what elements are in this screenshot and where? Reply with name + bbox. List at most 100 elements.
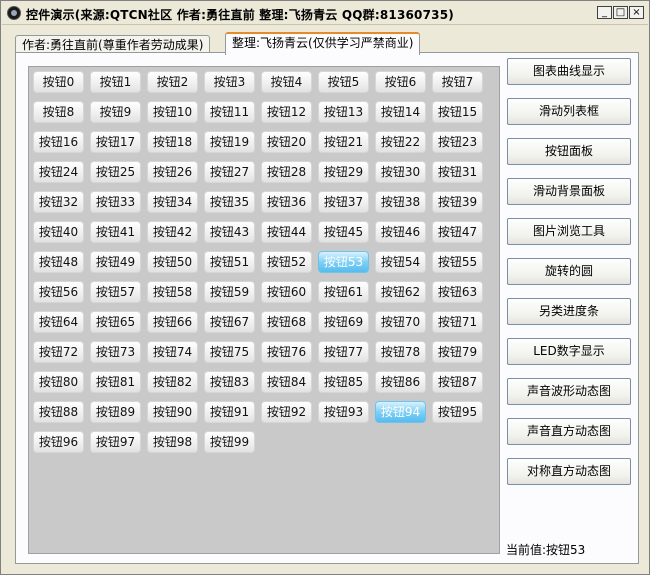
grid-button-71[interactable]: 按钮71 [432, 311, 483, 333]
side-button-7[interactable]: LED数字显示 [507, 338, 631, 365]
grid-button-50[interactable]: 按钮50 [147, 251, 198, 273]
grid-button-8[interactable]: 按钮8 [33, 101, 84, 123]
side-button-3[interactable]: 滑动背景面板 [507, 178, 631, 205]
grid-button-67[interactable]: 按钮67 [204, 311, 255, 333]
grid-button-20[interactable]: 按钮20 [261, 131, 312, 153]
grid-button-35[interactable]: 按钮35 [204, 191, 255, 213]
grid-button-7[interactable]: 按钮7 [432, 71, 483, 93]
grid-button-78[interactable]: 按钮78 [375, 341, 426, 363]
grid-button-56[interactable]: 按钮56 [33, 281, 84, 303]
side-button-8[interactable]: 声音波形动态图 [507, 378, 631, 405]
side-button-1[interactable]: 滑动列表框 [507, 98, 631, 125]
grid-button-89[interactable]: 按钮89 [90, 401, 141, 423]
side-button-5[interactable]: 旋转的圆 [507, 258, 631, 285]
grid-button-98[interactable]: 按钮98 [147, 431, 198, 453]
grid-button-80[interactable]: 按钮80 [33, 371, 84, 393]
grid-button-64[interactable]: 按钮64 [33, 311, 84, 333]
grid-button-66[interactable]: 按钮66 [147, 311, 198, 333]
grid-button-96[interactable]: 按钮96 [33, 431, 84, 453]
grid-button-39[interactable]: 按钮39 [432, 191, 483, 213]
grid-button-93[interactable]: 按钮93 [318, 401, 369, 423]
grid-button-58[interactable]: 按钮58 [147, 281, 198, 303]
grid-button-86[interactable]: 按钮86 [375, 371, 426, 393]
grid-button-22[interactable]: 按钮22 [375, 131, 426, 153]
grid-button-49[interactable]: 按钮49 [90, 251, 141, 273]
grid-button-53[interactable]: 按钮53 [318, 251, 369, 273]
grid-button-57[interactable]: 按钮57 [90, 281, 141, 303]
grid-button-69[interactable]: 按钮69 [318, 311, 369, 333]
grid-button-42[interactable]: 按钮42 [147, 221, 198, 243]
grid-button-63[interactable]: 按钮63 [432, 281, 483, 303]
grid-button-13[interactable]: 按钮13 [318, 101, 369, 123]
grid-button-47[interactable]: 按钮47 [432, 221, 483, 243]
grid-button-14[interactable]: 按钮14 [375, 101, 426, 123]
grid-button-32[interactable]: 按钮32 [33, 191, 84, 213]
grid-button-59[interactable]: 按钮59 [204, 281, 255, 303]
grid-button-15[interactable]: 按钮15 [432, 101, 483, 123]
grid-button-38[interactable]: 按钮38 [375, 191, 426, 213]
grid-button-24[interactable]: 按钮24 [33, 161, 84, 183]
grid-button-40[interactable]: 按钮40 [33, 221, 84, 243]
grid-button-72[interactable]: 按钮72 [33, 341, 84, 363]
grid-button-76[interactable]: 按钮76 [261, 341, 312, 363]
grid-button-36[interactable]: 按钮36 [261, 191, 312, 213]
grid-button-3[interactable]: 按钮3 [204, 71, 255, 93]
grid-button-52[interactable]: 按钮52 [261, 251, 312, 273]
grid-button-99[interactable]: 按钮99 [204, 431, 255, 453]
grid-button-41[interactable]: 按钮41 [90, 221, 141, 243]
grid-button-82[interactable]: 按钮82 [147, 371, 198, 393]
grid-button-91[interactable]: 按钮91 [204, 401, 255, 423]
grid-button-11[interactable]: 按钮11 [204, 101, 255, 123]
grid-button-95[interactable]: 按钮95 [432, 401, 483, 423]
maximize-button[interactable]: □ [613, 6, 628, 19]
grid-button-61[interactable]: 按钮61 [318, 281, 369, 303]
grid-button-28[interactable]: 按钮28 [261, 161, 312, 183]
grid-button-85[interactable]: 按钮85 [318, 371, 369, 393]
grid-button-62[interactable]: 按钮62 [375, 281, 426, 303]
grid-button-37[interactable]: 按钮37 [318, 191, 369, 213]
grid-button-79[interactable]: 按钮79 [432, 341, 483, 363]
grid-button-45[interactable]: 按钮45 [318, 221, 369, 243]
grid-button-74[interactable]: 按钮74 [147, 341, 198, 363]
grid-button-65[interactable]: 按钮65 [90, 311, 141, 333]
grid-button-94[interactable]: 按钮94 [375, 401, 426, 423]
grid-button-51[interactable]: 按钮51 [204, 251, 255, 273]
grid-button-26[interactable]: 按钮26 [147, 161, 198, 183]
grid-button-18[interactable]: 按钮18 [147, 131, 198, 153]
grid-button-10[interactable]: 按钮10 [147, 101, 198, 123]
grid-button-6[interactable]: 按钮6 [375, 71, 426, 93]
grid-button-2[interactable]: 按钮2 [147, 71, 198, 93]
title-bar[interactable]: 控件演示(来源:QTCN社区 作者:勇往直前 整理:飞扬青云 QQ群:81360… [2, 2, 648, 25]
grid-button-30[interactable]: 按钮30 [375, 161, 426, 183]
grid-button-68[interactable]: 按钮68 [261, 311, 312, 333]
minimize-button[interactable]: _ [597, 6, 612, 19]
grid-button-83[interactable]: 按钮83 [204, 371, 255, 393]
side-button-10[interactable]: 对称直方动态图 [507, 458, 631, 485]
grid-button-87[interactable]: 按钮87 [432, 371, 483, 393]
grid-button-44[interactable]: 按钮44 [261, 221, 312, 243]
grid-button-92[interactable]: 按钮92 [261, 401, 312, 423]
grid-button-25[interactable]: 按钮25 [90, 161, 141, 183]
close-button[interactable]: × [629, 6, 644, 19]
grid-button-9[interactable]: 按钮9 [90, 101, 141, 123]
grid-button-27[interactable]: 按钮27 [204, 161, 255, 183]
grid-button-75[interactable]: 按钮75 [204, 341, 255, 363]
grid-button-4[interactable]: 按钮4 [261, 71, 312, 93]
grid-button-81[interactable]: 按钮81 [90, 371, 141, 393]
grid-button-73[interactable]: 按钮73 [90, 341, 141, 363]
grid-button-1[interactable]: 按钮1 [90, 71, 141, 93]
grid-button-31[interactable]: 按钮31 [432, 161, 483, 183]
side-button-6[interactable]: 另类进度条 [507, 298, 631, 325]
tab-organizer[interactable]: 整理:飞扬青云(仅供学习严禁商业) [225, 32, 421, 55]
grid-button-55[interactable]: 按钮55 [432, 251, 483, 273]
grid-button-77[interactable]: 按钮77 [318, 341, 369, 363]
grid-button-17[interactable]: 按钮17 [90, 131, 141, 153]
grid-button-5[interactable]: 按钮5 [318, 71, 369, 93]
grid-button-84[interactable]: 按钮84 [261, 371, 312, 393]
side-button-4[interactable]: 图片浏览工具 [507, 218, 631, 245]
grid-button-33[interactable]: 按钮33 [90, 191, 141, 213]
grid-button-60[interactable]: 按钮60 [261, 281, 312, 303]
side-button-2[interactable]: 按钮面板 [507, 138, 631, 165]
grid-button-48[interactable]: 按钮48 [33, 251, 84, 273]
grid-button-19[interactable]: 按钮19 [204, 131, 255, 153]
